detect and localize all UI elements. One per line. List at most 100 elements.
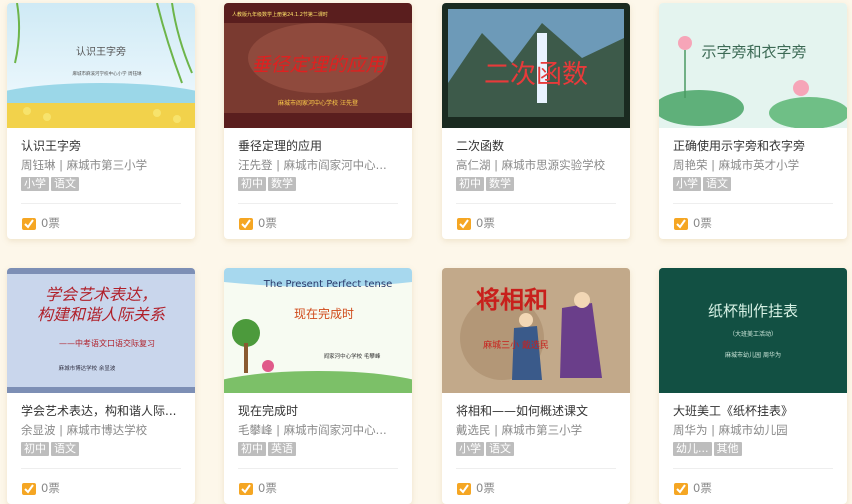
course-card[interactable]: 二次函数 二次函数 高仁湖 | 麻城市思源实验学校 初中 数学 0票 xyxy=(442,3,630,239)
vote-count: 0票 xyxy=(693,481,712,495)
vote-count: 0票 xyxy=(41,216,60,230)
course-thumbnail[interactable]: 纸杯制作挂表 （大班美工活动） 麻城市幼儿园 周华为 xyxy=(659,268,847,393)
divider xyxy=(238,468,398,469)
grade-tag: 小学 xyxy=(21,177,49,191)
thumbnail-subtitle: ——中考语文口语交际复习 xyxy=(59,338,155,348)
thumbnail-top-text: 人教版九年级数学上册第24.1.2节第二课时 xyxy=(232,11,328,18)
course-title[interactable]: 二次函数 xyxy=(456,137,622,154)
vote-button[interactable]: 0票 xyxy=(21,479,60,497)
grade-tag: 初中 xyxy=(238,177,266,191)
divider xyxy=(673,203,833,204)
thumbnail-title: 学会艺术表达， xyxy=(45,285,157,304)
vote-ticket-icon xyxy=(22,482,36,495)
vote-count: 0票 xyxy=(476,216,495,230)
course-meta: 周华为 | 麻城市幼儿园 xyxy=(673,423,788,437)
course-title[interactable]: 现在完成时 xyxy=(238,402,404,419)
tag-list: 幼儿... 其他 xyxy=(673,442,744,458)
subject-tag: 其他 xyxy=(713,442,742,456)
vote-button[interactable]: 0票 xyxy=(21,214,60,232)
thumbnail-subtitle: （大班美工活动） xyxy=(729,330,777,338)
grade-tag: 初中 xyxy=(21,442,49,456)
thumbnail-title: 二次函数 xyxy=(484,60,588,90)
course-meta: 余显波 | 麻城市博达学校 xyxy=(21,423,148,437)
subject-tag: 语文 xyxy=(51,442,79,456)
subject-tag: 语文 xyxy=(51,177,79,191)
course-thumbnail[interactable]: 示字旁和衣字旁 xyxy=(659,3,847,128)
course-thumbnail[interactable]: 将相和 麻城三小 戴选民 xyxy=(442,268,630,393)
course-card[interactable]: The Present Perfect tense 现在完成时 阎家河中心学校 … xyxy=(224,268,412,504)
vote-button[interactable]: 0票 xyxy=(456,479,495,497)
tag-list: 初中 英语 xyxy=(238,442,298,458)
grade-tag: 幼儿... xyxy=(673,442,712,456)
tag-list: 小学 语文 xyxy=(456,442,516,458)
vote-count: 0票 xyxy=(258,216,277,230)
divider xyxy=(673,468,833,469)
vote-ticket-icon xyxy=(457,482,471,495)
course-title[interactable]: 将相和——如何概述课文 xyxy=(456,402,622,419)
tag-list: 初中 语文 xyxy=(21,442,81,458)
subject-tag: 英语 xyxy=(268,442,296,456)
course-title[interactable]: 学会艺术表达，构和谐人际... xyxy=(21,402,187,419)
course-meta: 毛攀峰 | 麻城市阎家河中心... xyxy=(238,423,387,437)
grade-tag: 小学 xyxy=(673,177,701,191)
vote-ticket-icon xyxy=(239,482,253,495)
subject-tag: 数学 xyxy=(486,177,514,191)
vote-ticket-icon xyxy=(674,482,688,495)
subject-tag: 数学 xyxy=(268,177,296,191)
course-thumbnail[interactable]: 二次函数 xyxy=(442,3,630,128)
subject-tag: 语文 xyxy=(703,177,731,191)
thumbnail-subtitle: 麻城市阎家河中心学校 汪先登 xyxy=(278,99,358,107)
course-thumbnail[interactable]: 学会艺术表达， 构建和谐人际关系 ——中考语文口语交际复习 麻城市博达学校 余显… xyxy=(7,268,195,393)
course-meta: 高仁湖 | 麻城市思源实验学校 xyxy=(456,158,606,172)
vote-ticket-icon xyxy=(22,217,36,230)
vote-count: 0票 xyxy=(41,481,60,495)
tag-list: 初中 数学 xyxy=(238,177,298,193)
course-card[interactable]: 示字旁和衣字旁 正确使用示字旁和衣字旁 周艳荣 | 麻城市英才小学 小学 语文 0… xyxy=(659,3,847,239)
course-card[interactable]: 将相和 麻城三小 戴选民 将相和——如何概述课文 戴选民 | 麻城市第三小学 小… xyxy=(442,268,630,504)
thumbnail-subtitle: 麻城市麻溪河学校中心小学 周钰琳 xyxy=(73,70,142,77)
course-card[interactable]: 学会艺术表达， 构建和谐人际关系 ——中考语文口语交际复习 麻城市博达学校 余显… xyxy=(7,268,195,504)
grade-tag: 初中 xyxy=(238,442,266,456)
course-card[interactable]: 人教版九年级数学上册第24.1.2节第二课时 垂径定理的应用 麻城市阎家河中心学… xyxy=(224,3,412,239)
thumbnail-title: 示字旁和衣字旁 xyxy=(701,43,806,61)
course-card[interactable]: 纸杯制作挂表 （大班美工活动） 麻城市幼儿园 周华为 大班美工《纸杯挂表》 周华… xyxy=(659,268,847,504)
divider xyxy=(238,203,398,204)
thumbnail-author: 麻城市幼儿园 周华为 xyxy=(725,351,781,359)
course-title[interactable]: 垂径定理的应用 xyxy=(238,137,404,154)
thumbnail-title: 纸杯制作挂表 xyxy=(708,302,798,320)
course-title[interactable]: 大班美工《纸杯挂表》 xyxy=(673,402,839,419)
vote-button[interactable]: 0票 xyxy=(238,479,277,497)
vote-button[interactable]: 0票 xyxy=(238,214,277,232)
tag-list: 小学 语文 xyxy=(21,177,81,193)
tag-list: 小学 语文 xyxy=(673,177,733,193)
course-card[interactable]: 认识王字旁 麻城市麻溪河学校中心小学 周钰琳 认识王字旁 周钰琳 | 麻城市第三… xyxy=(7,3,195,239)
course-title[interactable]: 认识王字旁 xyxy=(21,137,187,154)
vote-button[interactable]: 0票 xyxy=(456,214,495,232)
course-meta: 汪先登 | 麻城市阎家河中心... xyxy=(238,158,387,172)
vote-button[interactable]: 0票 xyxy=(673,214,712,232)
thumbnail-title: 垂径定理的应用 xyxy=(251,54,386,76)
divider xyxy=(456,203,616,204)
vote-ticket-icon xyxy=(674,217,688,230)
vote-count: 0票 xyxy=(476,481,495,495)
course-thumbnail[interactable]: The Present Perfect tense 现在完成时 阎家河中心学校 … xyxy=(224,268,412,393)
thumbnail-title-line2: 构建和谐人际关系 xyxy=(37,305,166,324)
course-grid: 认识王字旁 麻城市麻溪河学校中心小学 周钰琳 认识王字旁 周钰琳 | 麻城市第三… xyxy=(0,0,852,504)
grade-tag: 初中 xyxy=(456,177,484,191)
divider xyxy=(21,203,181,204)
divider xyxy=(21,468,181,469)
thumbnail-title: 将相和 xyxy=(476,285,548,314)
divider xyxy=(456,468,616,469)
thumbnail-english-title: The Present Perfect tense xyxy=(263,279,392,290)
vote-ticket-icon xyxy=(239,217,253,230)
thumbnail-subtitle: 麻城三小 戴选民 xyxy=(483,339,549,351)
thumbnail-subtitle: 阎家河中心学校 毛攀峰 xyxy=(324,352,381,360)
course-title[interactable]: 正确使用示字旁和衣字旁 xyxy=(673,137,839,154)
vote-count: 0票 xyxy=(258,481,277,495)
course-thumbnail[interactable]: 认识王字旁 麻城市麻溪河学校中心小学 周钰琳 xyxy=(7,3,195,128)
thumbnail-title: 现在完成时 xyxy=(294,306,354,321)
course-meta: 周钰琳 | 麻城市第三小学 xyxy=(21,158,148,172)
course-thumbnail[interactable]: 人教版九年级数学上册第24.1.2节第二课时 垂径定理的应用 麻城市阎家河中心学… xyxy=(224,3,412,128)
course-meta: 周艳荣 | 麻城市英才小学 xyxy=(673,158,800,172)
vote-button[interactable]: 0票 xyxy=(673,479,712,497)
